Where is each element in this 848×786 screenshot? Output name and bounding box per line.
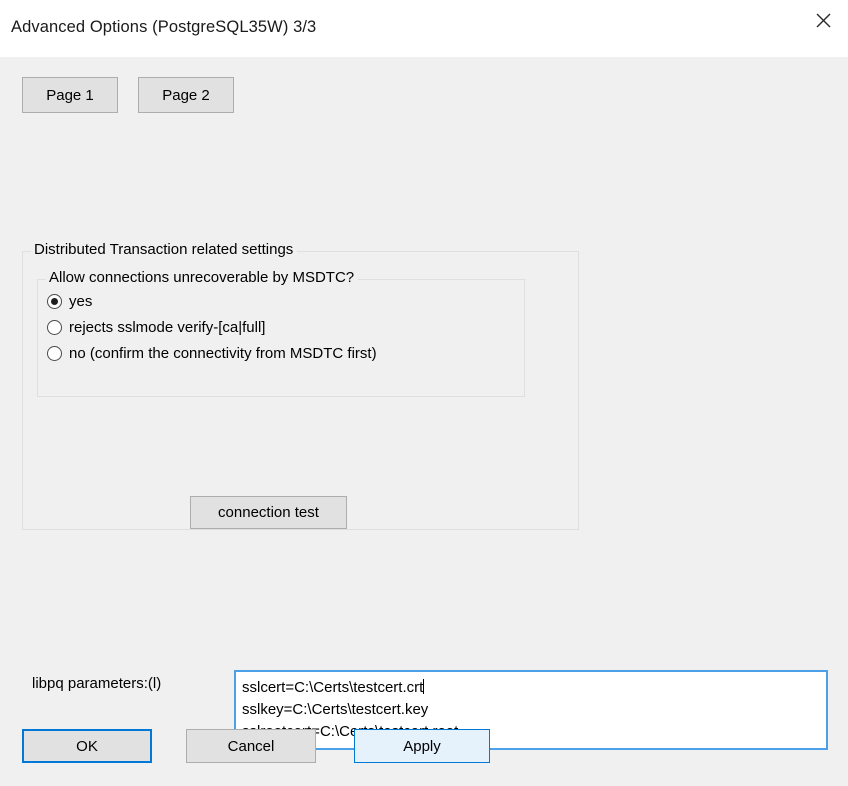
radio-option-yes[interactable]: yes [47, 288, 377, 314]
apply-button[interactable]: Apply [354, 729, 490, 763]
title-bar: Advanced Options (PostgreSQL35W) 3/3 [0, 0, 848, 57]
libpq-line: sslrootcert=C:\Certs\testcert.root [242, 723, 459, 740]
radio-icon [47, 293, 62, 309]
tab-page-2[interactable]: Page 2 [138, 77, 234, 113]
group-allow-unrecoverable-connections: Allow connections unrecoverable by MSDTC… [37, 269, 525, 397]
text-caret [423, 679, 425, 694]
radio-option-label: yes [69, 292, 93, 310]
libpq-parameters-label: libpq parameters:(l) [32, 675, 162, 692]
radio-option-label: no (confirm the connectivity from MSDTC … [69, 344, 377, 362]
connection-test-button[interactable]: connection test [190, 496, 347, 529]
libpq-line-text: sslcert=C:\Certs\testcert.crt [242, 679, 424, 696]
libpq-parameters-input[interactable]: sslcert=C:\Certs\testcert.crt sslkey=C:\… [234, 670, 828, 750]
radio-option-no[interactable]: no (confirm the connectivity from MSDTC … [47, 340, 377, 366]
close-icon [816, 13, 831, 28]
dialog-body: Page 1 Page 2 Distributed Transaction re… [0, 57, 848, 786]
ok-button[interactable]: OK [22, 729, 152, 763]
close-button[interactable] [798, 0, 848, 40]
radio-icon [47, 345, 62, 361]
group-allow-unrecoverable-legend: Allow connections unrecoverable by MSDTC… [46, 269, 359, 287]
radio-option-label: rejects sslmode verify-[ca|full] [69, 318, 266, 336]
libpq-line: sslcert=C:\Certs\testcert.crt [242, 677, 826, 699]
radio-icon [47, 319, 62, 335]
libpq-parameters-value: sslcert=C:\Certs\testcert.crt sslkey=C:\… [236, 672, 826, 743]
group-distributed-transaction-legend: Distributed Transaction related settings [31, 241, 298, 259]
window-title: Advanced Options (PostgreSQL35W) 3/3 [11, 18, 317, 36]
cancel-button[interactable]: Cancel [186, 729, 316, 763]
group-distributed-transaction-settings: Distributed Transaction related settings… [22, 241, 579, 530]
libpq-line: sslkey=C:\Certs\testcert.key [242, 701, 429, 718]
radio-option-rejects-sslmode[interactable]: rejects sslmode verify-[ca|full] [47, 314, 377, 340]
tab-page-1[interactable]: Page 1 [22, 77, 118, 113]
msdtc-radio-group: yes rejects sslmode verify-[ca|full] no … [47, 288, 377, 366]
